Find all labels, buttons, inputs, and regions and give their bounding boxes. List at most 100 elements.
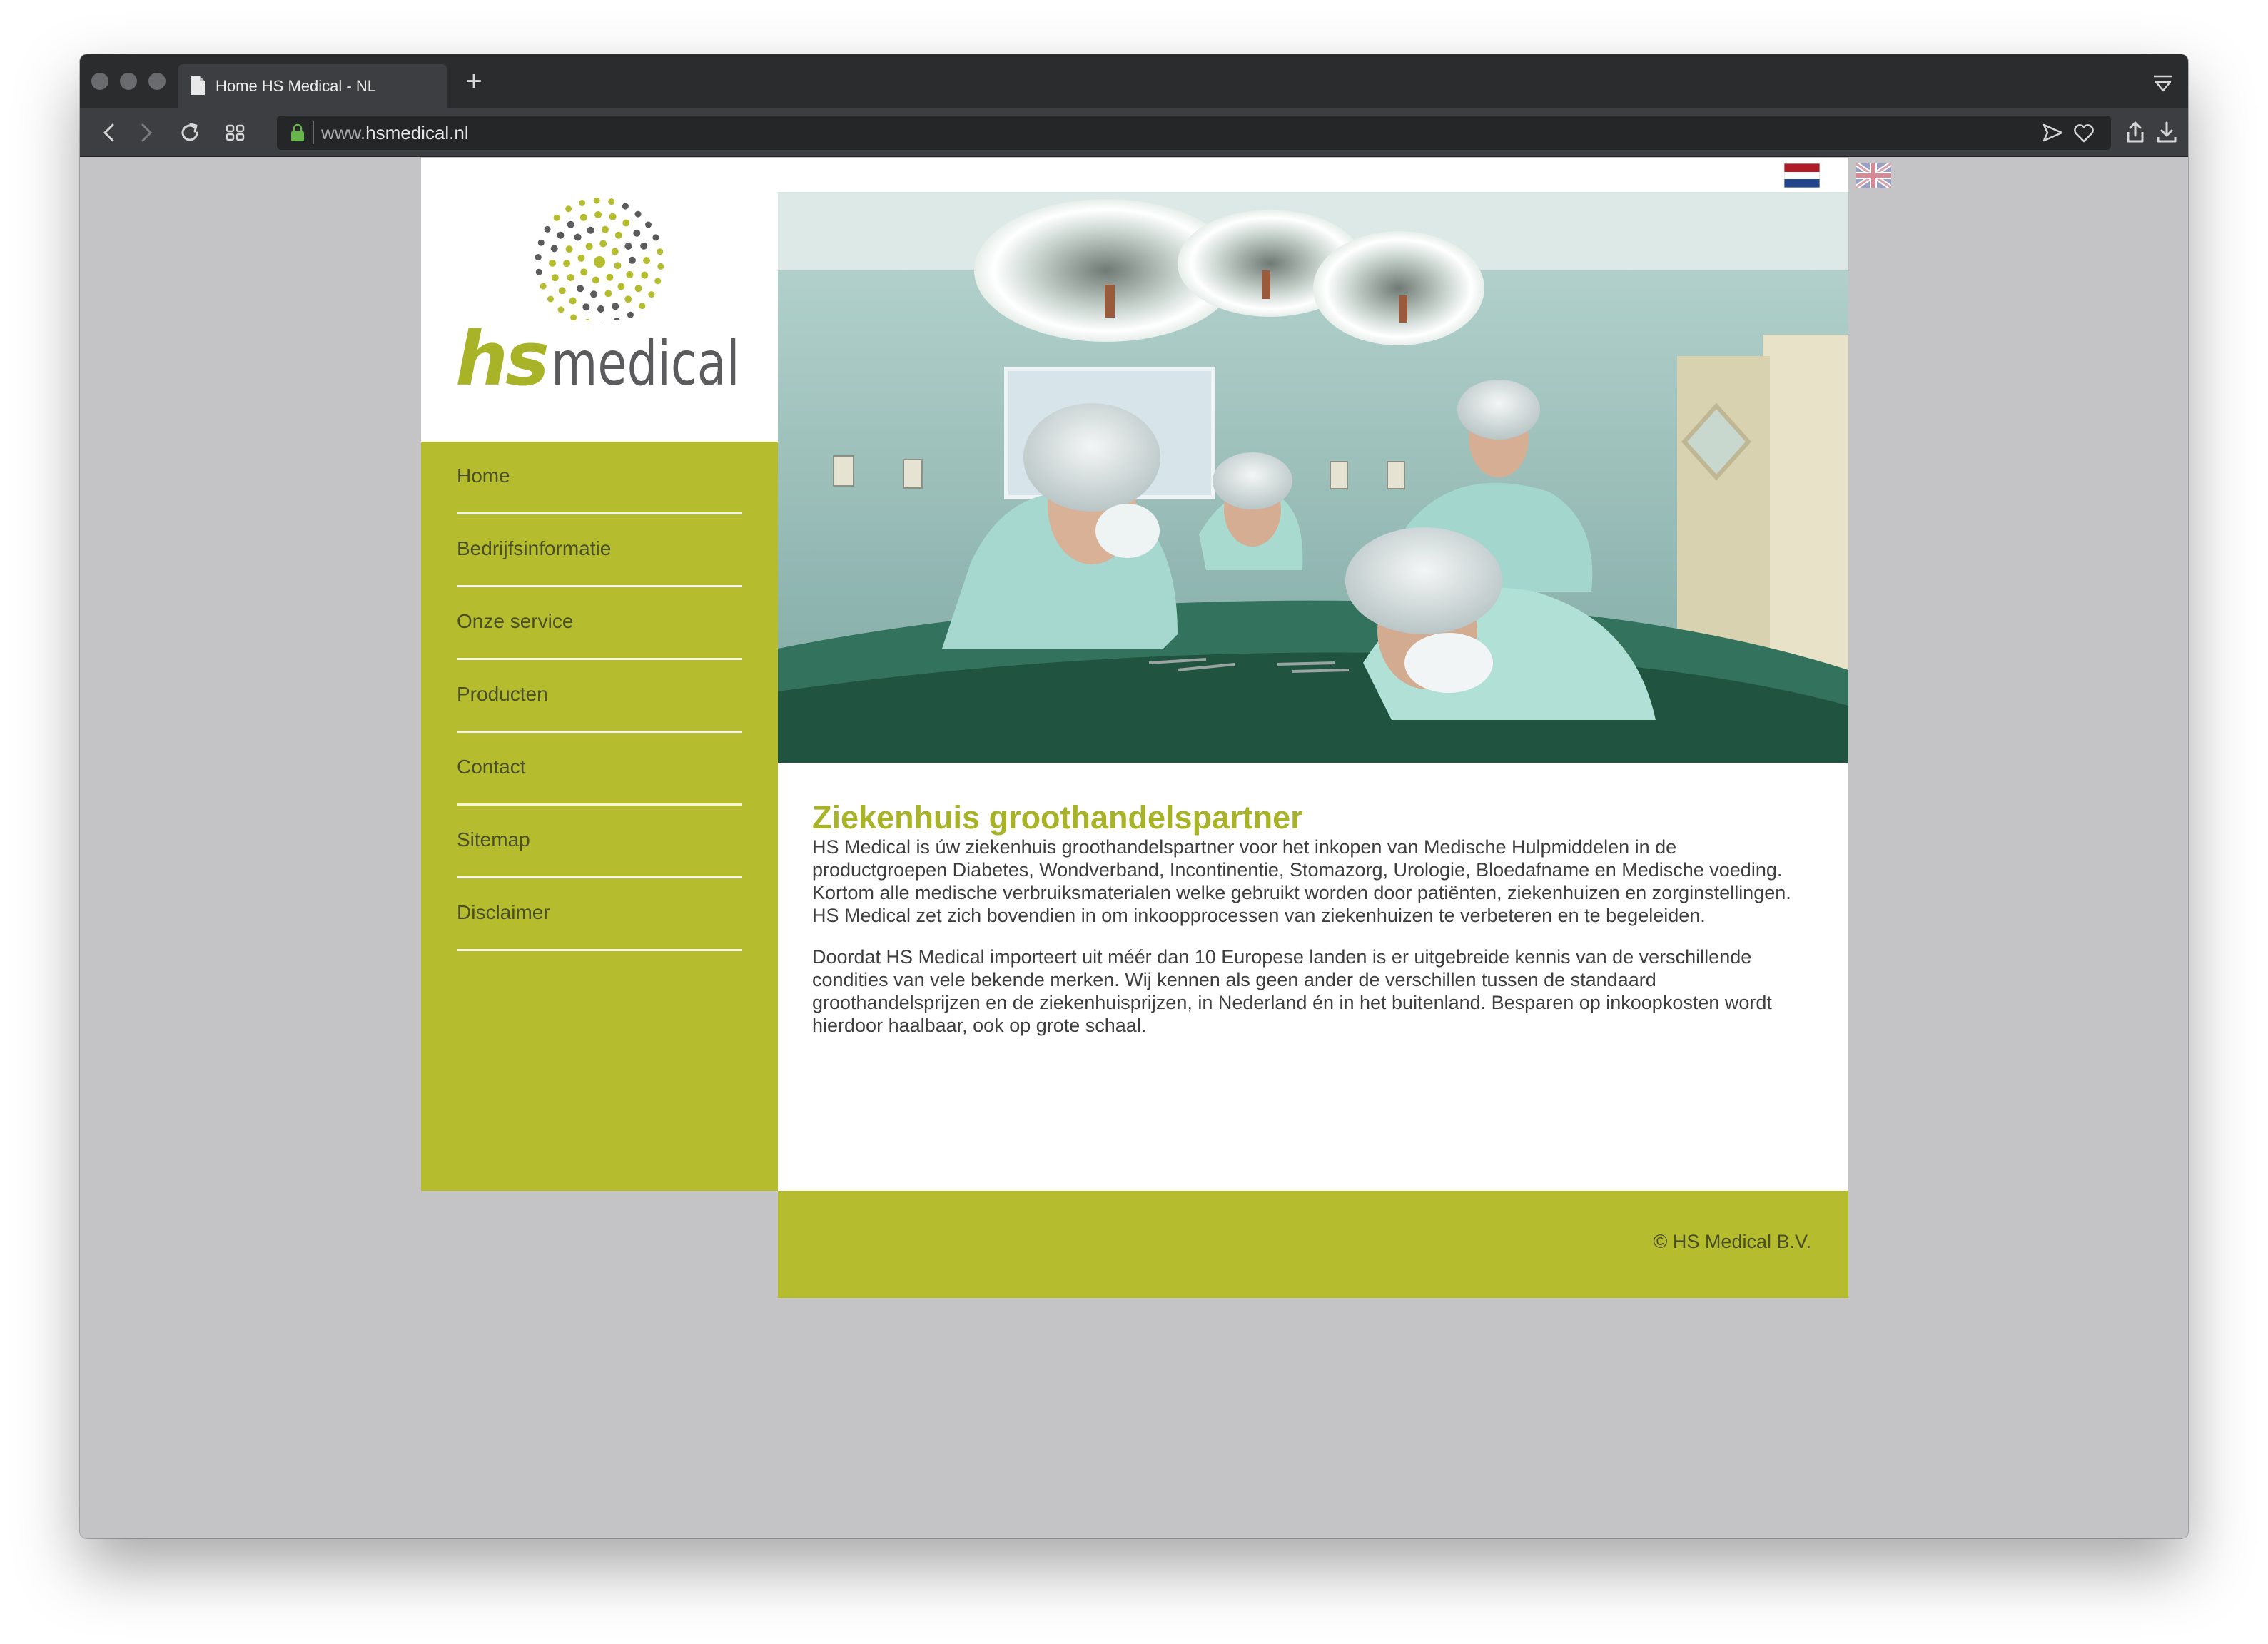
footer: © HS Medical B.V. xyxy=(778,1191,1848,1298)
logo-dot xyxy=(602,225,609,233)
tab-title: Home HS Medical - NL xyxy=(216,77,376,95)
sidebar-nav: Home Bedrijfsinformatie Onze service Pro… xyxy=(421,442,778,1191)
logo-dot xyxy=(557,231,565,239)
logo-dot xyxy=(624,295,632,303)
logo-dot xyxy=(593,197,600,204)
page-heading: Ziekenhuis groothandelspartner xyxy=(812,799,1303,836)
logo-dot xyxy=(609,213,617,220)
nav-item-producten[interactable]: Producten xyxy=(457,660,742,733)
logo-dot xyxy=(550,245,558,253)
logo-dot xyxy=(540,283,547,290)
logo-dot xyxy=(547,295,554,303)
logo-dot xyxy=(535,254,542,261)
logo-text-hs: hs xyxy=(455,315,550,402)
nav-item-contact[interactable]: Contact xyxy=(457,733,742,806)
logo-dot xyxy=(614,231,622,239)
logo-dot xyxy=(567,274,574,281)
logo-dot xyxy=(624,243,632,250)
logo-dot xyxy=(639,303,646,310)
logo-dot xyxy=(633,229,641,237)
logo-dot xyxy=(657,248,664,255)
logo[interactable]: hs medical xyxy=(421,192,778,442)
logo-dot xyxy=(622,219,630,227)
logo-dot xyxy=(626,270,634,278)
logo-dot xyxy=(597,305,604,313)
logo-dot xyxy=(612,303,619,310)
tab-list-icon[interactable] xyxy=(2152,74,2174,93)
logo-dot xyxy=(577,285,584,293)
logo-dot xyxy=(551,274,559,282)
language-bar xyxy=(421,158,1891,192)
logo-dot xyxy=(599,240,607,248)
browser-tab[interactable]: Home HS Medical - NL xyxy=(178,64,447,108)
reload-icon[interactable] xyxy=(177,120,203,146)
speed-dial-icon[interactable] xyxy=(223,120,248,146)
logo-dot xyxy=(558,287,566,295)
download-icon[interactable] xyxy=(2154,120,2180,146)
maximize-window-button[interactable] xyxy=(148,73,166,90)
logo-dot xyxy=(574,233,582,241)
logo-dot xyxy=(549,259,556,267)
browser-window: Home HS Medical - NL + www. hsmedical.nl… xyxy=(80,54,2188,1538)
share-icon[interactable] xyxy=(2122,120,2148,146)
logo-dot xyxy=(648,291,655,298)
back-icon[interactable] xyxy=(97,120,123,146)
logo-dot xyxy=(604,290,612,298)
logo-dot xyxy=(594,256,605,268)
nav-item-disclaimer[interactable]: Disclaimer xyxy=(457,878,742,951)
hero-image xyxy=(778,192,1848,763)
logo-text-medical: medical xyxy=(550,328,740,400)
nav-item-onze-service[interactable]: Onze service xyxy=(457,587,742,660)
logo-dot xyxy=(608,198,615,206)
logo-dot xyxy=(569,297,577,305)
logo-dot xyxy=(544,225,551,233)
logo-dot xyxy=(585,243,593,250)
close-window-button[interactable] xyxy=(91,73,108,90)
logo-dot xyxy=(535,268,542,275)
nav-item-sitemap[interactable]: Sitemap xyxy=(457,806,742,878)
logo-dot xyxy=(565,245,573,253)
nav-item-home[interactable]: Home xyxy=(457,442,742,514)
tab-bar: Home HS Medical - NL + xyxy=(80,54,2188,108)
minimize-window-button[interactable] xyxy=(120,73,137,90)
import-paragraph: Doordat HS Medical importeert uit méér d… xyxy=(812,946,1772,1036)
logo-dot xyxy=(645,221,652,228)
logo-dot xyxy=(641,271,649,279)
address-bar[interactable]: www. hsmedical.nl xyxy=(277,116,2111,150)
logo-dot xyxy=(590,290,597,298)
logo-dot xyxy=(652,234,659,241)
operating-room-photo xyxy=(778,192,1848,763)
logo-dot xyxy=(606,273,614,281)
logo-dot xyxy=(537,239,545,246)
logo-dot xyxy=(592,276,599,284)
logo-dot xyxy=(634,210,642,218)
english-flag-icon[interactable] xyxy=(1856,163,1891,188)
logo-dot xyxy=(640,242,648,250)
logo-dot xyxy=(634,285,642,293)
logo-dot xyxy=(567,220,574,228)
nav-item-bedrijfsinformatie[interactable]: Bedrijfsinformatie xyxy=(457,514,742,587)
forward-icon[interactable] xyxy=(133,120,158,146)
logo-dot xyxy=(577,254,585,262)
copyright-text: © HS Medical B.V. xyxy=(1653,1231,1811,1252)
main-content: Ziekenhuis groothandelspartner HS Medica… xyxy=(778,763,1848,1191)
new-tab-button[interactable]: + xyxy=(457,64,491,98)
dutch-flag-icon[interactable] xyxy=(1784,163,1820,188)
lock-icon xyxy=(291,123,304,141)
logo-dot xyxy=(643,257,650,265)
send-icon[interactable] xyxy=(2041,121,2064,144)
logo-dot xyxy=(557,306,565,313)
logo-dot xyxy=(654,278,662,285)
logo-dot xyxy=(579,200,586,206)
logo-dot xyxy=(579,213,587,221)
logo-wordmark: hs medical xyxy=(455,318,755,396)
logo-dot xyxy=(594,211,602,218)
address-separator xyxy=(313,121,314,144)
bookmark-heart-icon[interactable] xyxy=(2072,121,2095,144)
toolbar: www. hsmedical.nl xyxy=(80,108,2188,157)
page-viewport: hs medical Home Bedrijfsinformatie Onze … xyxy=(80,158,2188,1538)
logo-dot xyxy=(580,268,588,276)
logo-dot xyxy=(553,214,560,221)
url-domain: hsmedical.nl xyxy=(365,121,469,143)
url-prefix: www. xyxy=(321,121,366,143)
